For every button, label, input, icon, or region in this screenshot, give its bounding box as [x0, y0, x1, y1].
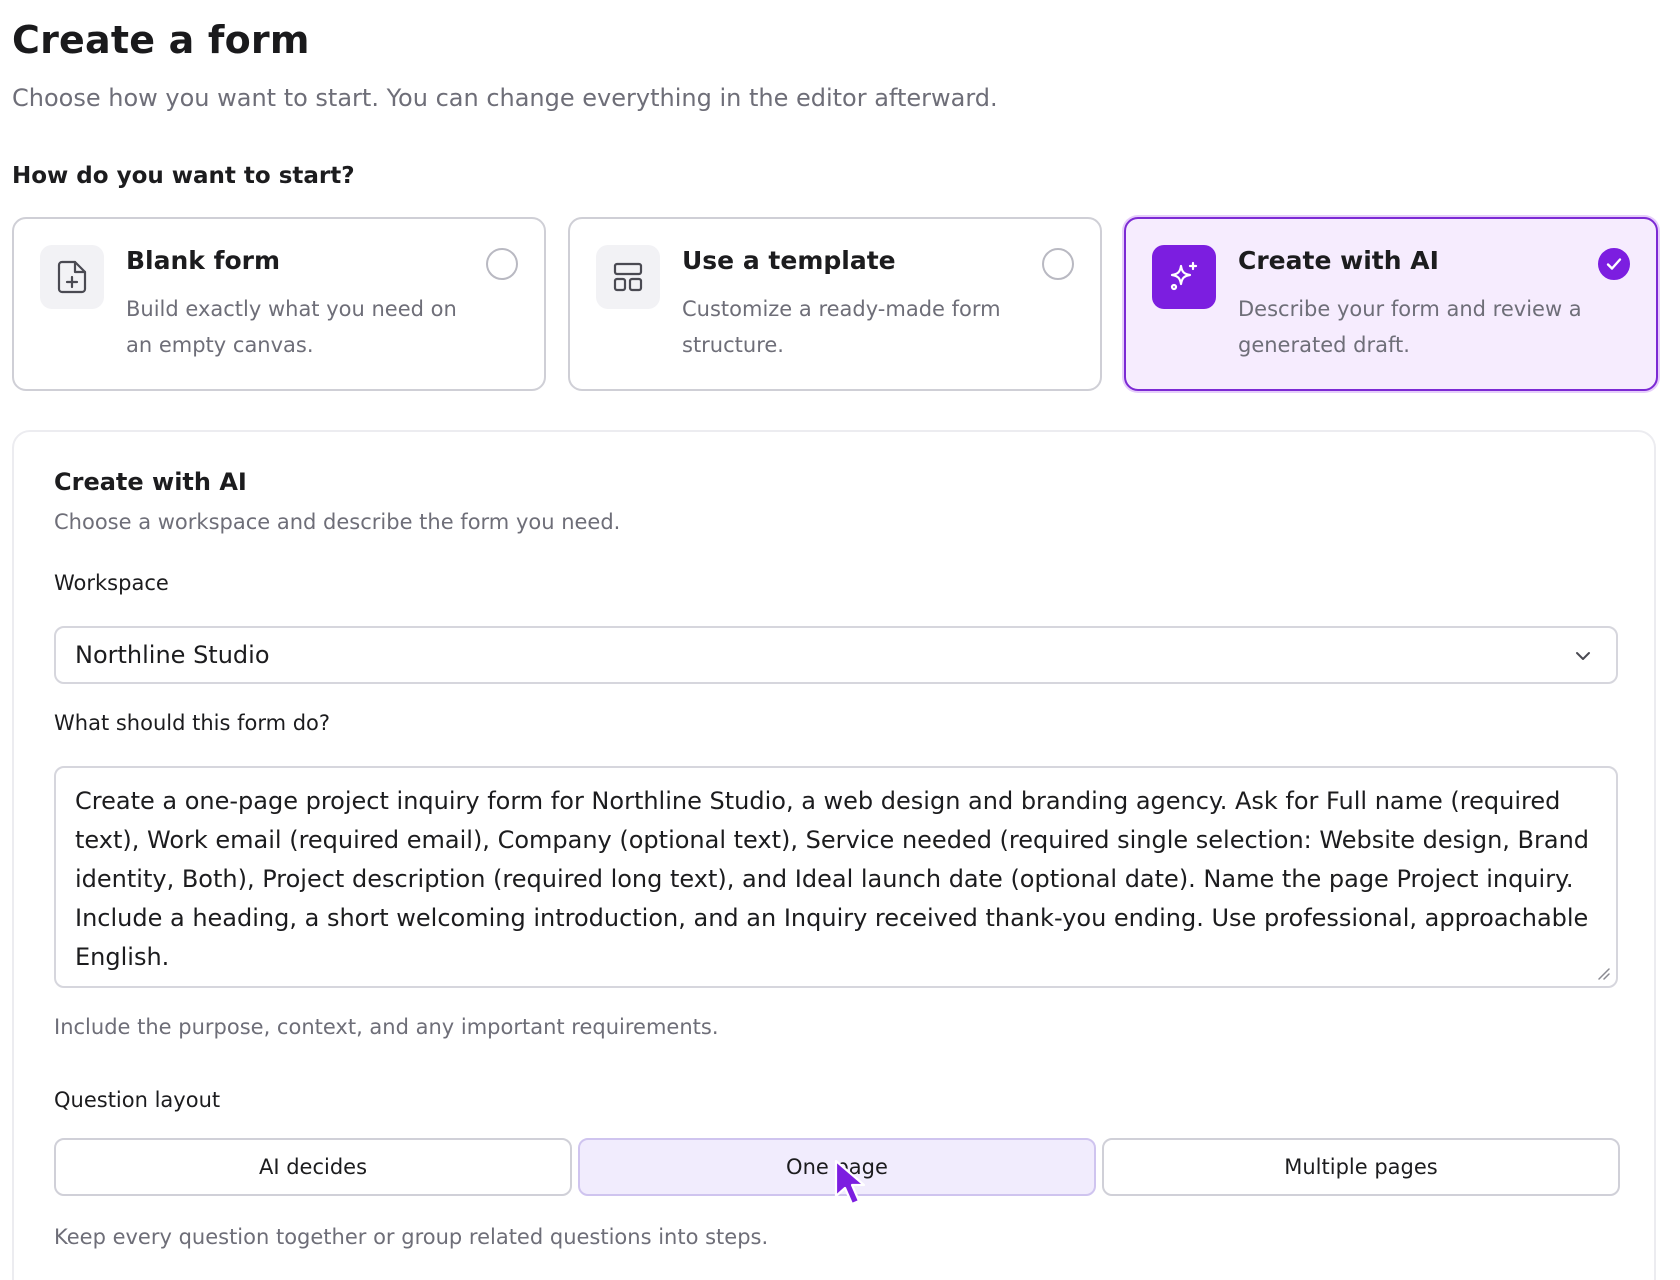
prompt-text: Create a one-page project inquiry form f… [75, 787, 1590, 971]
prompt-textarea[interactable]: Create a one-page project inquiry form f… [54, 766, 1618, 988]
layout-help-text: Keep every question together or group re… [54, 1225, 769, 1249]
option-radio[interactable] [1042, 248, 1074, 280]
option-description: Build exactly what you need on an empty … [126, 297, 457, 357]
workspace-select[interactable]: Northline Studio [54, 626, 1618, 684]
page-title: Create a form [12, 18, 310, 62]
option-title: Use a template [682, 246, 896, 275]
panel-description: Choose a workspace and describe the form… [54, 510, 621, 534]
check-icon [1606, 258, 1622, 270]
sparkles-icon [1152, 245, 1216, 309]
start-options: Blank form Build exactly what you need o… [12, 217, 1664, 391]
option-blank-form[interactable]: Blank form Build exactly what you need o… [12, 217, 546, 391]
resize-handle-icon[interactable] [1596, 966, 1610, 980]
workspace-select-value: Northline Studio [75, 641, 270, 669]
layout-option-ai-decides[interactable]: AI decides [54, 1138, 572, 1196]
file-plus-icon [40, 245, 104, 309]
option-create-with-ai[interactable]: Create with AI Describe your form and re… [1124, 217, 1658, 391]
option-title: Create with AI [1238, 246, 1439, 275]
prompt-help-text: Include the purpose, context, and any im… [54, 1015, 719, 1039]
option-radio-checked[interactable] [1598, 248, 1630, 280]
option-use-template[interactable]: Use a template Customize a ready-made fo… [568, 217, 1102, 391]
layout-option-multiple-pages[interactable]: Multiple pages [1102, 1138, 1620, 1196]
layout-template-icon [596, 245, 660, 309]
panel-title: Create with AI [54, 468, 247, 496]
prompt-label: What should this form do? [54, 711, 331, 735]
option-title: Blank form [126, 246, 281, 275]
option-description: Describe your form and review a generate… [1238, 297, 1582, 357]
option-description: Customize a ready-made form structure. [682, 297, 1001, 357]
option-radio[interactable] [486, 248, 518, 280]
layout-label: Question layout [54, 1088, 221, 1112]
page-subtitle: Choose how you want to start. You can ch… [12, 84, 998, 112]
workspace-label: Workspace [54, 571, 169, 595]
mouse-pointer-icon [834, 1159, 866, 1206]
start-section-label: How do you want to start? [12, 163, 355, 189]
chevron-down-icon [1576, 652, 1590, 660]
ai-form-panel: Create with AI Choose a workspace and de… [12, 430, 1656, 1280]
